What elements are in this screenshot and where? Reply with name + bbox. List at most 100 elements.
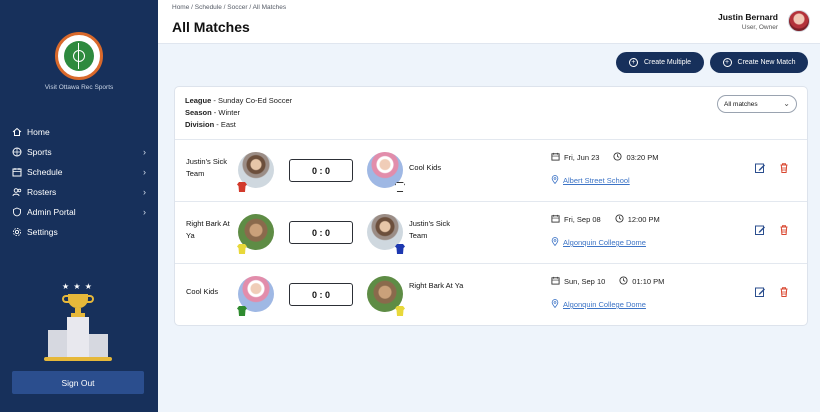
sidebar-item-label: Schedule (27, 167, 63, 177)
edit-icon[interactable] (754, 161, 766, 173)
score-box[interactable]: 0 : 0 (289, 221, 353, 244)
location-pin-icon (551, 237, 559, 248)
match-datetime: Fri, Jun 23 03:20 PM (551, 152, 659, 163)
division-value: East (220, 120, 236, 129)
sidebar-item-rosters[interactable]: Rosters › (0, 182, 158, 202)
calendar-icon (12, 167, 22, 177)
trash-icon[interactable] (778, 223, 790, 235)
sidebar-nav: Home Sports › Schedule › Rosters › Admin… (0, 122, 158, 242)
sidebar-item-label: Rosters (27, 187, 57, 197)
calendar-icon (551, 214, 560, 225)
sidebar-item-label: Home (27, 127, 50, 137)
sign-out-button[interactable]: Sign Out (12, 371, 144, 394)
home-icon (12, 127, 22, 137)
chevron-right-icon: › (143, 207, 146, 217)
sidebar-item-schedule[interactable]: Schedule › (0, 162, 158, 182)
ball-icon (12, 147, 22, 157)
breadcrumb[interactable]: Home / Schedule / Soccer / All Matches (172, 4, 286, 11)
ottawa-rec-sports-logo[interactable] (55, 32, 103, 80)
calendar-icon (551, 276, 560, 287)
create-new-match-label: Create New Match (737, 59, 796, 66)
create-new-match-button[interactable]: + Create New Match (710, 52, 808, 73)
create-multiple-button[interactable]: + Create Multiple (616, 52, 704, 73)
trash-icon[interactable] (778, 285, 790, 297)
chevron-right-icon: › (143, 147, 146, 157)
score-box[interactable]: 0 : 0 (289, 283, 353, 306)
away-jersey-icon (395, 306, 405, 316)
sidebar-item-settings[interactable]: Settings (0, 222, 158, 242)
sidebar-item-sports[interactable]: Sports › (0, 142, 158, 162)
home-team-name: Justin's Sick Team (186, 157, 228, 178)
matches-card: League - Sunday Co-Ed Soccer Season - Wi… (174, 86, 808, 326)
score-box[interactable]: 0 : 0 (289, 159, 353, 182)
away-team-name: Cool Kids (409, 163, 442, 172)
sidebar: Visit Ottawa Rec Sports Home Sports › Sc… (0, 0, 158, 412)
match-datetime: Sun, Sep 10 01:10 PM (551, 276, 664, 287)
league-value: Sunday Co-Ed Soccer (217, 96, 293, 105)
sidebar-item-label: Sports (27, 147, 52, 157)
match-filter-select[interactable]: All matches ⌄ (717, 95, 797, 113)
soccer-field-icon (64, 41, 94, 71)
user-info[interactable]: Justin Bernard User, Owner (718, 12, 778, 31)
sidebar-item-label: Admin Portal (27, 207, 76, 217)
match-row: Right Bark At Ya 0 : 0 Justin's Sick Tea… (175, 201, 807, 263)
page-title: All Matches (172, 19, 250, 35)
location-pin-icon (551, 299, 559, 310)
chevron-right-icon: › (143, 187, 146, 197)
match-location: Albert Street School (551, 175, 630, 186)
match-time: 12:00 PM (627, 215, 660, 224)
stars-icon: ★ ★ ★ (62, 282, 93, 291)
match-date: Sun, Sep 10 (564, 277, 606, 286)
season-label: Season (185, 108, 212, 117)
visit-link[interactable]: Visit Ottawa Rec Sports (0, 84, 158, 91)
calendar-icon (551, 152, 560, 163)
division-label: Division (185, 120, 215, 129)
league-info: League - Sunday Co-Ed Soccer Season - Wi… (185, 96, 293, 129)
location-pin-icon (551, 175, 559, 186)
chevron-down-icon: ⌄ (783, 99, 790, 108)
edit-icon[interactable] (754, 285, 766, 297)
chevron-right-icon: › (143, 167, 146, 177)
user-role: User, Owner (741, 24, 778, 31)
match-filter-value: All matches (724, 100, 758, 108)
clock-icon (613, 152, 622, 163)
sidebar-item-admin-portal[interactable]: Admin Portal › (0, 202, 158, 222)
away-team-name: Right Bark At Ya (409, 281, 464, 290)
people-icon (12, 187, 22, 197)
page-header: Home / Schedule / Soccer / All Matches A… (158, 0, 820, 44)
user-name: Justin Bernard (718, 12, 778, 22)
plus-circle-icon: + (628, 58, 638, 67)
match-location: Algonquin College Dome (551, 299, 646, 310)
location-link[interactable]: Albert Street School (563, 176, 630, 185)
home-team-name: Right Bark At Ya (186, 219, 230, 240)
avatar[interactable] (788, 10, 810, 32)
match-row: Justin's Sick Team 0 : 0 Cool Kids Fri, … (175, 139, 807, 201)
match-time: 03:20 PM (626, 153, 659, 162)
plus-circle-icon: + (722, 58, 732, 67)
location-link[interactable]: Algonquin College Dome (563, 300, 646, 309)
home-jersey-icon (237, 244, 247, 254)
away-team-name: Justin's Sick Team (409, 219, 451, 240)
away-jersey-icon (395, 182, 405, 192)
match-row: Cool Kids 0 : 0 Right Bark At Ya Sun, Se… (175, 263, 807, 325)
gear-icon (12, 227, 22, 237)
sidebar-item-label: Settings (27, 227, 58, 237)
match-datetime: Fri, Sep 08 12:00 PM (551, 214, 660, 225)
clock-icon (615, 214, 624, 225)
create-multiple-label: Create Multiple (643, 59, 692, 66)
home-jersey-icon (237, 182, 247, 192)
away-jersey-icon (395, 244, 405, 254)
home-jersey-icon (237, 306, 247, 316)
match-time: 01:10 PM (632, 277, 665, 286)
clock-icon (619, 276, 628, 287)
home-team-name: Cool Kids (186, 287, 219, 296)
edit-icon[interactable] (754, 223, 766, 235)
match-date: Fri, Sep 08 (564, 215, 601, 224)
trash-icon[interactable] (778, 161, 790, 173)
match-date: Fri, Jun 23 (564, 153, 600, 162)
sidebar-item-home[interactable]: Home (0, 122, 158, 142)
season-value: Winter (218, 108, 241, 117)
location-link[interactable]: Algonquin College Dome (563, 238, 646, 247)
match-location: Algonquin College Dome (551, 237, 646, 248)
trophy-podium-illustration: ★ ★ ★ (44, 282, 112, 362)
